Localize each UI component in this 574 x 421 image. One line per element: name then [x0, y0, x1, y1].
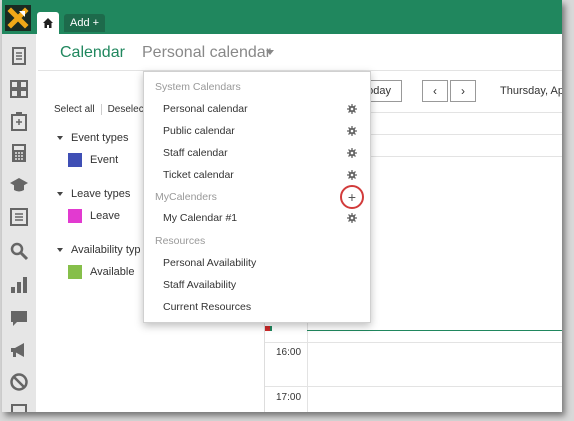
menu-item-staff-calendar[interactable]: Staff calendar	[163, 147, 228, 159]
grid-line	[265, 386, 562, 387]
next-button[interactable]: ›	[450, 80, 476, 102]
current-time-line	[307, 330, 562, 331]
leave-color-swatch[interactable]	[68, 209, 82, 223]
caret-down-icon	[57, 248, 63, 253]
monitor-icon[interactable]	[9, 402, 29, 412]
group-event-types[interactable]: Event types	[57, 132, 128, 144]
group-label: Event types	[71, 132, 129, 144]
menu-item-staff-availability[interactable]: Staff Availability	[163, 279, 236, 291]
grid-line	[265, 342, 562, 343]
search-icon[interactable]	[9, 241, 29, 261]
time-label: 17:00	[276, 392, 302, 403]
top-bar: Add +	[2, 0, 562, 34]
gear-icon[interactable]	[347, 104, 357, 114]
home-tab[interactable]	[37, 12, 59, 34]
divider	[100, 104, 102, 115]
bar-chart-icon[interactable]	[9, 274, 29, 294]
gear-icon[interactable]	[347, 126, 357, 136]
my-calendars-header: MyCalenders	[155, 191, 217, 203]
menu-item-public-calendar[interactable]: Public calendar	[163, 125, 235, 137]
home-icon	[43, 18, 53, 28]
resources-header: Resources	[155, 235, 206, 247]
menu-item-current-resources[interactable]: Current Resources	[163, 301, 251, 313]
system-calendars-header: System Calendars	[155, 81, 241, 93]
plus-icon: +	[347, 189, 357, 205]
gear-icon[interactable]	[347, 148, 357, 158]
current-time-marker	[265, 326, 272, 331]
menu-item-my-calendar-1[interactable]: My Calendar #1	[163, 212, 237, 224]
leave-label[interactable]: Leave	[90, 210, 120, 222]
sidebar	[2, 34, 36, 412]
group-label: Leave types	[71, 188, 131, 200]
add-tab-button[interactable]: Add +	[64, 14, 106, 32]
calendar-dropdown-menu: System Calendars Personal calendar Publi…	[143, 71, 371, 323]
document-icon[interactable]	[9, 46, 29, 66]
current-date-label: Thursday, Ap	[500, 85, 562, 97]
event-label[interactable]: Event	[90, 154, 118, 166]
page-title: Calendar	[60, 44, 125, 61]
graduation-cap-icon[interactable]	[9, 175, 29, 195]
group-label: Availability typ	[71, 244, 141, 256]
selection-bar: Select all Deselect	[54, 104, 146, 115]
megaphone-icon[interactable]	[9, 340, 29, 360]
clipboard-icon[interactable]	[9, 111, 29, 131]
contact-card-icon[interactable]	[9, 207, 29, 227]
select-all-link[interactable]: Select all	[54, 104, 95, 115]
chevron-left-icon: ‹	[433, 84, 437, 98]
deselect-link[interactable]: Deselect	[108, 104, 147, 115]
calendar-selector[interactable]: Personal calendar	[142, 44, 271, 62]
app-logo[interactable]	[5, 5, 31, 31]
caret-down-icon	[57, 136, 63, 141]
group-leave-types[interactable]: Leave types	[57, 188, 130, 200]
block-icon[interactable]	[9, 372, 29, 392]
dashboard-icon[interactable]	[9, 79, 29, 99]
time-label: 16:00	[276, 347, 302, 358]
menu-item-personal-calendar[interactable]: Personal calendar	[163, 103, 248, 115]
available-color-swatch[interactable]	[68, 265, 82, 279]
calculator-icon[interactable]	[9, 143, 29, 163]
gear-icon[interactable]	[347, 213, 357, 223]
gear-icon[interactable]	[347, 170, 357, 180]
menu-item-ticket-calendar[interactable]: Ticket calendar	[163, 169, 234, 181]
group-availability-types[interactable]: Availability typ	[57, 244, 141, 256]
chat-icon[interactable]	[9, 308, 29, 328]
event-color-swatch[interactable]	[68, 153, 82, 167]
prev-button[interactable]: ‹	[422, 80, 448, 102]
app-window: Add + Calendar Personal calendar Select …	[2, 0, 562, 412]
menu-item-personal-availability[interactable]: Personal Availability	[163, 257, 256, 269]
add-calendar-button[interactable]: +	[340, 185, 364, 209]
available-label[interactable]: Available	[90, 266, 134, 278]
chevron-down-icon[interactable]	[266, 50, 274, 55]
chevron-right-icon: ›	[461, 84, 465, 98]
caret-down-icon	[57, 192, 63, 197]
